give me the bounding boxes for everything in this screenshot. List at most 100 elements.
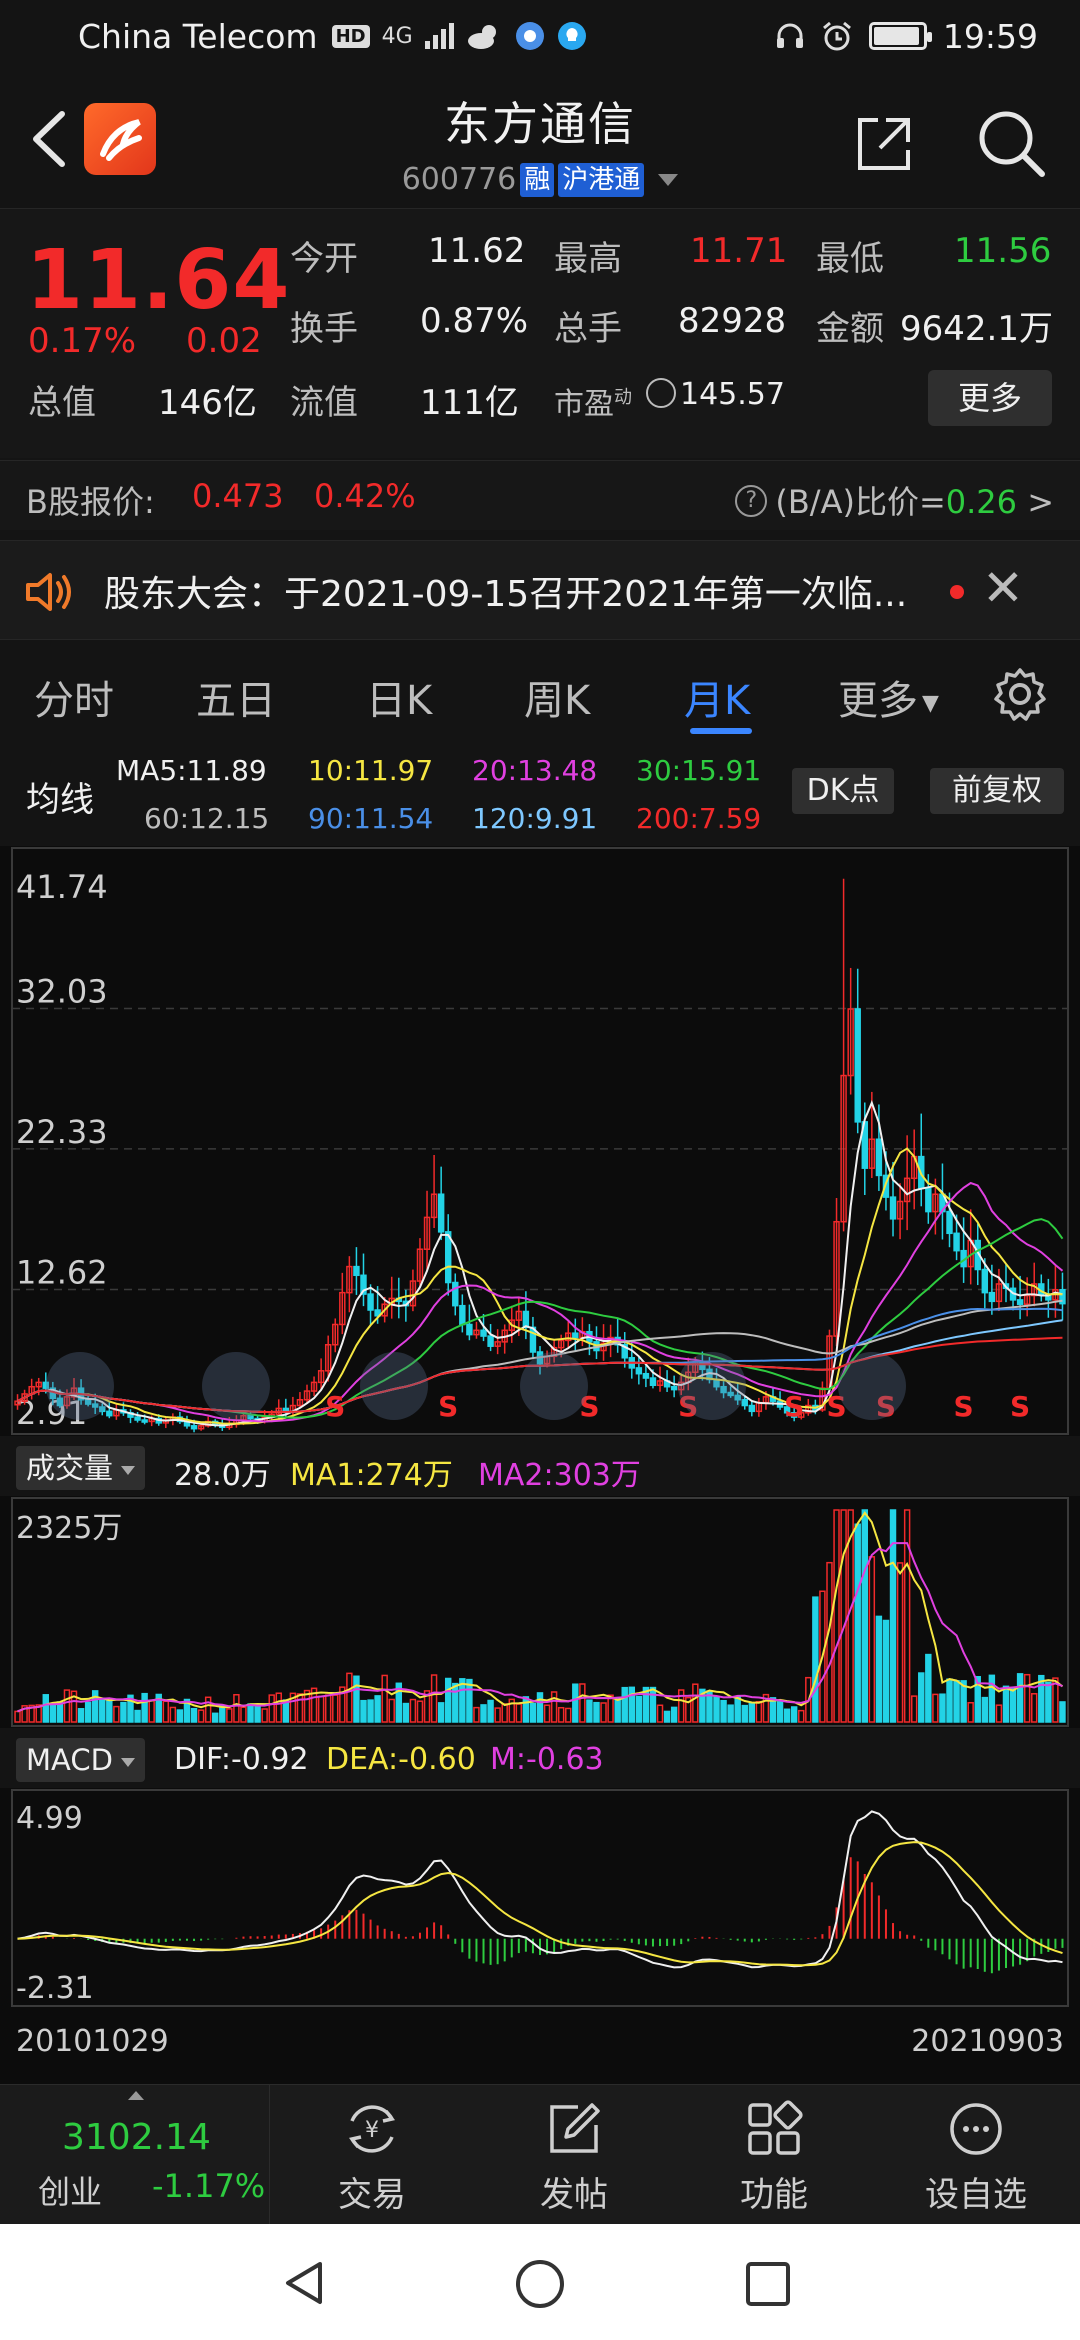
volume-bar — [247, 1703, 254, 1723]
volume-ma2: MA2:303万 — [478, 1458, 641, 1493]
volume-bar — [494, 1707, 501, 1723]
volume-bar — [120, 1701, 127, 1723]
ma200-value: 200:7.59 — [636, 802, 762, 835]
tab-intraday[interactable]: 分时 — [34, 668, 114, 726]
ma5-value: MA5:11.89 — [116, 754, 267, 787]
volume-bar — [1009, 1687, 1017, 1723]
b-share-pct: 0.42% — [314, 477, 416, 515]
kline-chart[interactable]: 41.7432.0322.3312.622.91SSSSSSSSS — [0, 846, 1080, 1436]
stock-title-group[interactable]: 东方通信 600776 融 沪港通 — [240, 88, 840, 197]
share-icon[interactable] — [852, 112, 916, 176]
close-icon[interactable]: ✕ — [982, 559, 1024, 617]
volume-bar — [14, 1710, 21, 1723]
macd-dea: DEA:-0.60 — [326, 1742, 476, 1777]
grid-icon — [748, 2100, 803, 2155]
volume-bar — [388, 1698, 395, 1723]
volume-bar — [169, 1706, 177, 1723]
bulb-notification-icon — [557, 22, 586, 50]
kline-candle — [875, 1138, 883, 1177]
volume-selector[interactable]: 成交量 — [16, 1446, 146, 1490]
volume-svg: 2325万 — [11, 1497, 1069, 1727]
low-label: 最低 — [816, 239, 884, 279]
macd-selector[interactable]: MACD — [16, 1738, 145, 1782]
notice-bar[interactable]: 股东大会：于2021-09-15召开2021年第一次临... ✕ — [0, 540, 1080, 640]
system-home-icon[interactable] — [514, 2258, 566, 2310]
volume-bar — [628, 1686, 636, 1723]
active-tab-indicator — [690, 728, 752, 734]
volume-bar — [367, 1699, 374, 1723]
pe-dynamic-mark: 动 — [614, 387, 632, 408]
b-share-row[interactable]: B股报价: 0.473 0.42% ? (B/A)比价=0.26 > — [0, 460, 1080, 530]
volume-bar — [91, 1690, 99, 1723]
volume-bar — [374, 1695, 381, 1723]
tab-monthly[interactable]: 月K — [684, 668, 750, 726]
dk-point-button[interactable]: DK点 — [792, 768, 894, 814]
adjust-button[interactable]: 前复权 — [930, 768, 1064, 814]
sell-marker: S — [1010, 1390, 1030, 1423]
volume-bar — [586, 1699, 593, 1723]
volume-bar — [49, 1702, 57, 1723]
battery-icon — [868, 22, 932, 50]
kline-candle — [106, 1410, 113, 1417]
more-button[interactable]: 更多 — [928, 370, 1052, 426]
index-pct: -1.17% — [152, 2167, 266, 2205]
macd-frame — [11, 1789, 1069, 2007]
volume-bar — [903, 1509, 911, 1723]
help-icon[interactable]: ? — [735, 485, 768, 517]
tab-weekly[interactable]: 周K — [524, 668, 590, 726]
kline-candle — [141, 1419, 148, 1423]
headset-icon — [776, 23, 803, 48]
volume-bar — [176, 1709, 184, 1723]
nav-trade[interactable]: ¥ 交易 — [272, 2085, 472, 2225]
kline-candle — [889, 1196, 897, 1220]
volume-bar — [346, 1672, 353, 1723]
status-bar: China Telecom HD 4G 19:59 — [0, 0, 1080, 72]
ma60-value: 60:12.15 — [144, 802, 270, 835]
network-type: 4G — [381, 23, 413, 49]
volume-bar — [261, 1708, 268, 1723]
tab-daily[interactable]: 日K — [366, 668, 432, 726]
search-icon[interactable] — [976, 108, 1046, 178]
app-notification-icon — [515, 22, 544, 50]
period-tabs: 分时 五日 日K 周K 月K 更多 ▼ — [0, 648, 1080, 740]
volume-bar — [910, 1695, 918, 1723]
volume-chart[interactable]: 2325万 — [0, 1496, 1080, 1728]
tab-five-day[interactable]: 五日 — [196, 668, 276, 726]
kline-candle — [487, 1335, 494, 1347]
gear-icon[interactable] — [992, 666, 1048, 722]
chart-control-circle — [678, 1352, 746, 1420]
sell-marker: S — [784, 1390, 804, 1423]
index-name: 创业 — [38, 2173, 103, 2211]
expand-up-icon — [128, 2091, 144, 2100]
macd-y-tick: -2.31 — [16, 1971, 94, 2006]
total-value: 146亿 — [158, 383, 257, 423]
nav-functions[interactable]: 功能 — [674, 2085, 874, 2225]
nav-watchlist[interactable]: 设自选 — [876, 2085, 1076, 2225]
chart-control-circle — [838, 1352, 906, 1420]
kline-candle — [925, 1187, 932, 1213]
chart-control-circle — [46, 1352, 114, 1420]
volume-bar — [1002, 1685, 1010, 1723]
chart-control-circle — [360, 1352, 428, 1420]
tab-more[interactable]: 更多 ▼ — [838, 668, 939, 726]
macd-chart[interactable]: 4.99 -2.31 — [0, 1788, 1080, 2008]
system-back-icon[interactable] — [280, 2258, 330, 2308]
svg-text:¥: ¥ — [365, 2118, 379, 2143]
index-ticker[interactable]: 3102.14 创业 -1.17% — [0, 2085, 270, 2225]
kline-y-tick: 32.03 — [16, 973, 108, 1011]
volume-bar — [148, 1699, 155, 1723]
volume-bar — [402, 1702, 410, 1723]
kline-candle — [642, 1372, 650, 1379]
nav-post[interactable]: 发帖 — [474, 2085, 674, 2225]
system-recents-icon[interactable] — [744, 2260, 792, 2308]
weather-icon — [467, 25, 496, 49]
volume-value: 82928 — [678, 301, 787, 341]
back-icon[interactable] — [22, 104, 78, 174]
volume-bar — [593, 1701, 600, 1723]
connect-badge: 沪港通 — [558, 162, 645, 197]
sell-marker: S — [438, 1390, 458, 1423]
hd-icon: HD — [331, 24, 370, 48]
ma-title: 均线 — [26, 780, 94, 820]
volume-bar — [663, 1710, 671, 1723]
quote-panel: 11.64 0.17% 0.02 今开 11.62 最高 11.71 最低 11… — [0, 208, 1080, 458]
